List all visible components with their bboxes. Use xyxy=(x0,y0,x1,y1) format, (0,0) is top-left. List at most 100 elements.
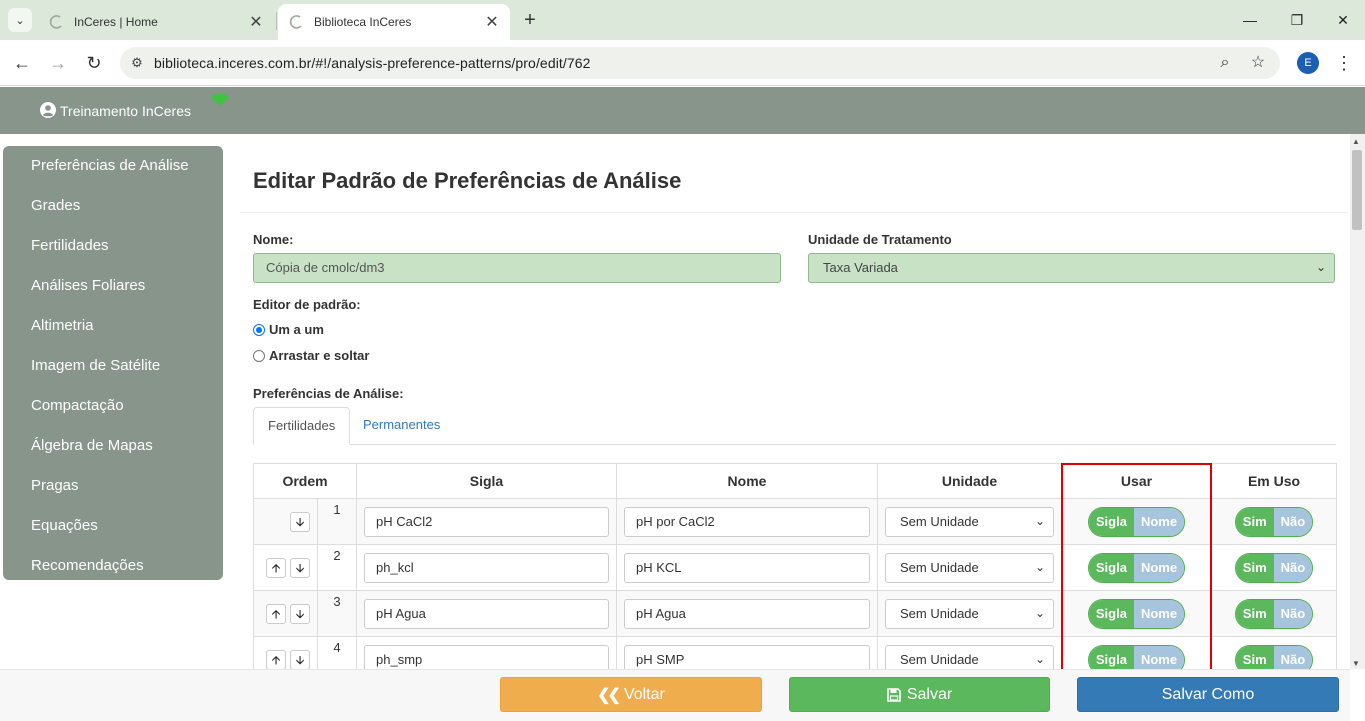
save-as-button-label: Salvar Como xyxy=(1161,685,1255,703)
usar-toggle[interactable]: Sigla Nome xyxy=(1087,552,1186,583)
sidebar-menu: Preferências de Análise Grades Fertilida… xyxy=(3,146,223,580)
minimize-window-icon[interactable]: — xyxy=(1238,8,1262,32)
em-uso-toggle[interactable]: Sim Não xyxy=(1234,506,1314,537)
scroll-up-icon[interactable]: ▲ xyxy=(1352,137,1360,146)
close-window-icon[interactable]: ✕ xyxy=(1331,8,1355,32)
radio-checked-icon[interactable] xyxy=(253,323,265,336)
usar-toggle-on[interactable]: Sigla xyxy=(1088,599,1134,628)
move-down-arrow-icon[interactable]: 🡫 xyxy=(290,649,310,670)
browser-menu-icon[interactable]: ⋮ xyxy=(1334,51,1354,75)
user-name[interactable]: Treinamento InCeres xyxy=(60,103,191,119)
sidebar-item-imagem-satelite[interactable]: Imagem de Satélite xyxy=(3,346,223,386)
url-text: biblioteca.inceres.com.br/#!/analysis-pr… xyxy=(154,55,591,71)
order-number: 3 xyxy=(333,594,341,609)
usar-toggle-off[interactable]: Nome xyxy=(1133,599,1185,628)
save-as-button[interactable]: Salvar Como xyxy=(1077,677,1339,712)
close-tab-icon[interactable]: ✕ xyxy=(248,12,264,32)
unit-select-value: Taxa Variada xyxy=(823,260,898,275)
sidebar-item-altimetria[interactable]: Altimetria xyxy=(3,306,223,346)
site-settings-icon[interactable]: ⚙ xyxy=(120,55,154,71)
sidebar-item-recomendacoes[interactable]: Recomendações xyxy=(3,546,223,586)
name-label: Nome: xyxy=(253,232,294,247)
sidebar-item-fertilidades[interactable]: Fertilidades xyxy=(3,226,223,266)
unit-select[interactable]: Taxa Variada ⌄ xyxy=(808,253,1335,283)
unidade-value: Sem Unidade xyxy=(900,605,979,621)
back-button-label: Voltar xyxy=(623,685,665,703)
profile-avatar[interactable]: E xyxy=(1297,52,1319,74)
sidebar-item-equacoes[interactable]: Equações xyxy=(3,506,223,546)
back-arrow-icon[interactable]: ← xyxy=(10,51,34,75)
em-uso-toggle[interactable]: Sim Não xyxy=(1234,552,1314,583)
em-uso-toggle[interactable]: Sim Não xyxy=(1234,598,1314,629)
prefs-label: Preferências de Análise: xyxy=(253,386,404,401)
scroll-down-icon[interactable]: ▼ xyxy=(1352,659,1360,668)
move-down-arrow-icon[interactable]: 🡫 xyxy=(290,511,310,532)
table-row: 🡩 🡫 2 ph_kcl pH KCL Sem Unidade ⌄ Sigla No… xyxy=(253,544,1337,591)
sigla-input[interactable]: pH CaCl2 xyxy=(364,506,609,537)
chevron-down-icon: ⌄ xyxy=(1034,513,1045,528)
unidade-select[interactable]: Sem Unidade ⌄ xyxy=(885,506,1054,537)
move-up-arrow-icon[interactable]: 🡩 xyxy=(266,557,286,578)
move-down-arrow-icon[interactable]: 🡫 xyxy=(290,557,310,578)
sidebar-item-grades[interactable]: Grades xyxy=(3,186,223,226)
em-uso-toggle-off[interactable]: Não xyxy=(1273,599,1313,628)
restore-window-icon[interactable]: ❐ xyxy=(1285,8,1309,32)
usar-toggle[interactable]: Sigla Nome xyxy=(1087,598,1186,629)
zoom-icon[interactable]: ⌕ xyxy=(1213,51,1237,75)
name-input[interactable]: Cópia de cmolc/dm3 xyxy=(253,253,781,283)
usar-toggle-on[interactable]: Sigla xyxy=(1088,553,1134,582)
sidebar-item-preferencias[interactable]: Preferências de Análise xyxy=(3,146,223,186)
em-uso-toggle-on[interactable]: Sim xyxy=(1235,507,1274,536)
radio-arrastar-soltar[interactable]: Arrastar e soltar xyxy=(253,348,369,363)
move-down-arrow-icon[interactable]: 🡫 xyxy=(290,603,310,624)
browser-tab-biblioteca[interactable]: Biblioteca InCeres ✕ xyxy=(278,4,510,40)
radio-unchecked-icon[interactable] xyxy=(253,349,265,362)
sigla-input[interactable]: pH Agua xyxy=(364,598,609,629)
usar-toggle-off[interactable]: Nome xyxy=(1133,553,1185,582)
sidebar-item-compactacao[interactable]: Compactação xyxy=(3,386,223,426)
em-uso-toggle-off[interactable]: Não xyxy=(1273,553,1313,582)
em-uso-toggle-on[interactable]: Sim xyxy=(1235,553,1274,582)
nome-input[interactable]: pH Agua xyxy=(624,598,870,629)
address-bar[interactable]: ⚙ biblioteca.inceres.com.br/#!/analysis-… xyxy=(120,47,1280,79)
preferences-table: Ordem Sigla Nome Unidade Usar Em Uso 🡫 1… xyxy=(253,463,1337,683)
move-up-arrow-icon[interactable]: 🡩 xyxy=(266,649,286,670)
tab-fertilidades[interactable]: Fertilidades xyxy=(253,407,351,445)
close-tab-icon[interactable]: ✕ xyxy=(484,12,500,32)
tab-search-chevron-icon[interactable]: ⌄ xyxy=(8,8,32,32)
back-button[interactable]: ❮❮ Voltar xyxy=(500,677,762,712)
usar-toggle[interactable]: Sigla Nome xyxy=(1087,506,1186,537)
reload-icon[interactable]: ↻ xyxy=(82,51,106,75)
sidebar-item-pragas[interactable]: Pragas xyxy=(3,466,223,506)
browser-tab-home[interactable]: InCeres | Home ✕ xyxy=(38,4,274,40)
new-tab-plus-icon[interactable]: + xyxy=(518,8,542,32)
move-up-arrow-icon[interactable]: 🡩 xyxy=(266,603,286,624)
order-number: 1 xyxy=(333,502,341,517)
scrollbar-thumb[interactable] xyxy=(1352,150,1362,230)
page-title: Editar Padrão de Preferências de Análise xyxy=(253,168,682,193)
editor-label: Editor de padrão: xyxy=(253,297,361,312)
radio-um-a-um[interactable]: Um a um xyxy=(253,322,324,337)
sidebar-item-analises-foliares[interactable]: Análises Foliares xyxy=(3,266,223,306)
nome-input[interactable]: pH KCL xyxy=(624,552,870,583)
sigla-input[interactable]: ph_kcl xyxy=(364,552,609,583)
save-button[interactable]: Salvar xyxy=(789,677,1050,712)
browser-tab-bar: ⌄ InCeres | Home ✕ Biblioteca InCeres ✕ … xyxy=(0,0,1365,40)
tab-title: InCeres | Home xyxy=(74,15,158,29)
unidade-select[interactable]: Sem Unidade ⌄ xyxy=(885,552,1054,583)
app-header: Treinamento InCeres xyxy=(0,87,1365,134)
nome-input[interactable]: pH por CaCl2 xyxy=(624,506,870,537)
usar-toggle-on[interactable]: Sigla xyxy=(1088,507,1134,536)
em-uso-toggle-off[interactable]: Não xyxy=(1273,507,1313,536)
unidade-select[interactable]: Sem Unidade ⌄ xyxy=(885,598,1054,629)
bookmark-star-icon[interactable]: ☆ xyxy=(1246,51,1270,75)
em-uso-toggle-on[interactable]: Sim xyxy=(1235,599,1274,628)
tab-permanentes[interactable]: Permanentes xyxy=(349,407,454,445)
save-button-label: Salvar xyxy=(906,685,953,703)
sidebar-item-algebra-mapas[interactable]: Álgebra de Mapas xyxy=(3,426,223,466)
order-buttons: 🡫 xyxy=(253,498,318,545)
usar-toggle-off[interactable]: Nome xyxy=(1133,507,1185,536)
chevron-down-icon: ⌄ xyxy=(1034,651,1045,666)
forward-arrow-icon[interactable]: → xyxy=(46,51,70,75)
col-header-nome: Nome xyxy=(616,463,878,499)
